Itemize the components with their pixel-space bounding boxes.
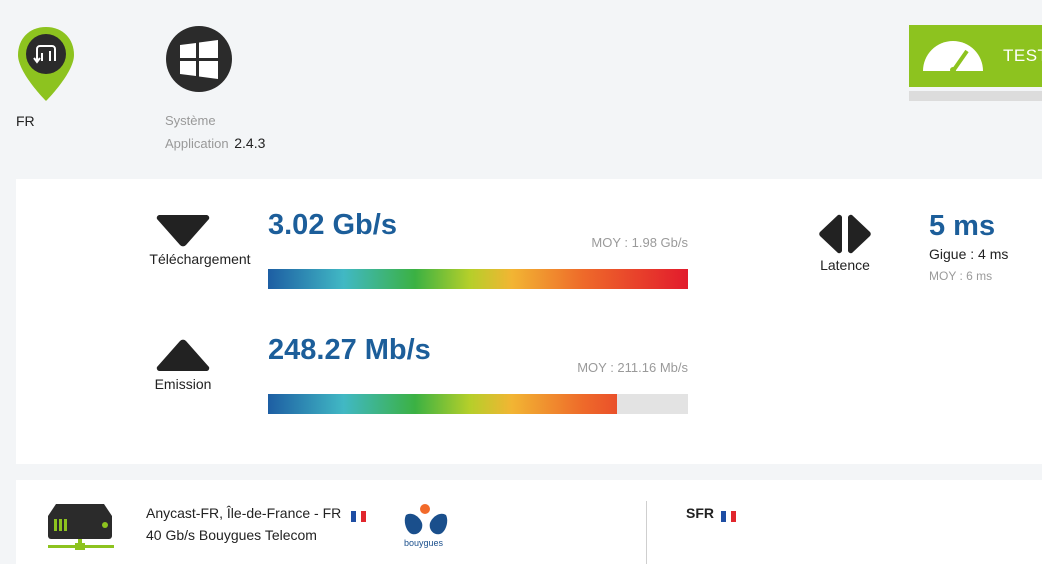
bouygues-logo <box>404 503 448 542</box>
download-average: MOY : 1.98 Gb/s <box>591 235 688 250</box>
upload-bar <box>268 394 688 414</box>
location-code: FR <box>16 113 35 129</box>
test-button-label: TEST <box>1003 46 1042 65</box>
server-icon <box>46 502 116 557</box>
server-name-line: Anycast-FR, Île-de-France - FR <box>146 505 367 522</box>
france-flag-icon <box>720 509 736 522</box>
bouygues-logo-text: bouygues <box>404 538 444 548</box>
france-flag-icon <box>351 509 367 522</box>
download-bar-fill <box>268 269 688 289</box>
upload-bar-fill <box>268 394 617 414</box>
operator-line: SFR <box>686 505 736 522</box>
test-progress-bar <box>909 91 1042 101</box>
latency-label: Latence <box>820 257 870 273</box>
download-value: 3.02 Gb/s <box>268 209 397 241</box>
jitter-value: Gigue : 4 ms <box>929 246 1009 262</box>
server-name: Anycast-FR, Île-de-France - FR <box>146 505 342 521</box>
latency-value: 5 ms <box>929 210 996 242</box>
panel-divider <box>646 501 647 564</box>
latency-arrows-icon <box>818 213 874 260</box>
system-label: Système <box>165 113 216 128</box>
windows-icon <box>166 26 232 92</box>
download-label: Téléchargement <box>149 251 251 267</box>
server-panel <box>16 480 1042 564</box>
upload-label: Emission <box>154 376 212 392</box>
upload-arrow-icon <box>155 339 211 378</box>
download-arrow-icon <box>155 213 211 252</box>
speedometer-icon <box>923 41 983 73</box>
upload-average: MOY : 211.16 Mb/s <box>577 360 688 375</box>
download-bar <box>268 269 688 289</box>
app-label: Application <box>165 136 229 151</box>
app-version-line: Application 2.4.3 <box>165 135 265 151</box>
operator-name: SFR <box>686 505 714 521</box>
app-version: 2.4.3 <box>234 135 266 151</box>
start-test-button[interactable]: TEST <box>909 25 1042 87</box>
latency-average: MOY : 6 ms <box>929 269 993 283</box>
server-isp: 40 Gb/s Bouygues Telecom <box>146 527 317 543</box>
location-pin-icon <box>16 25 76 103</box>
